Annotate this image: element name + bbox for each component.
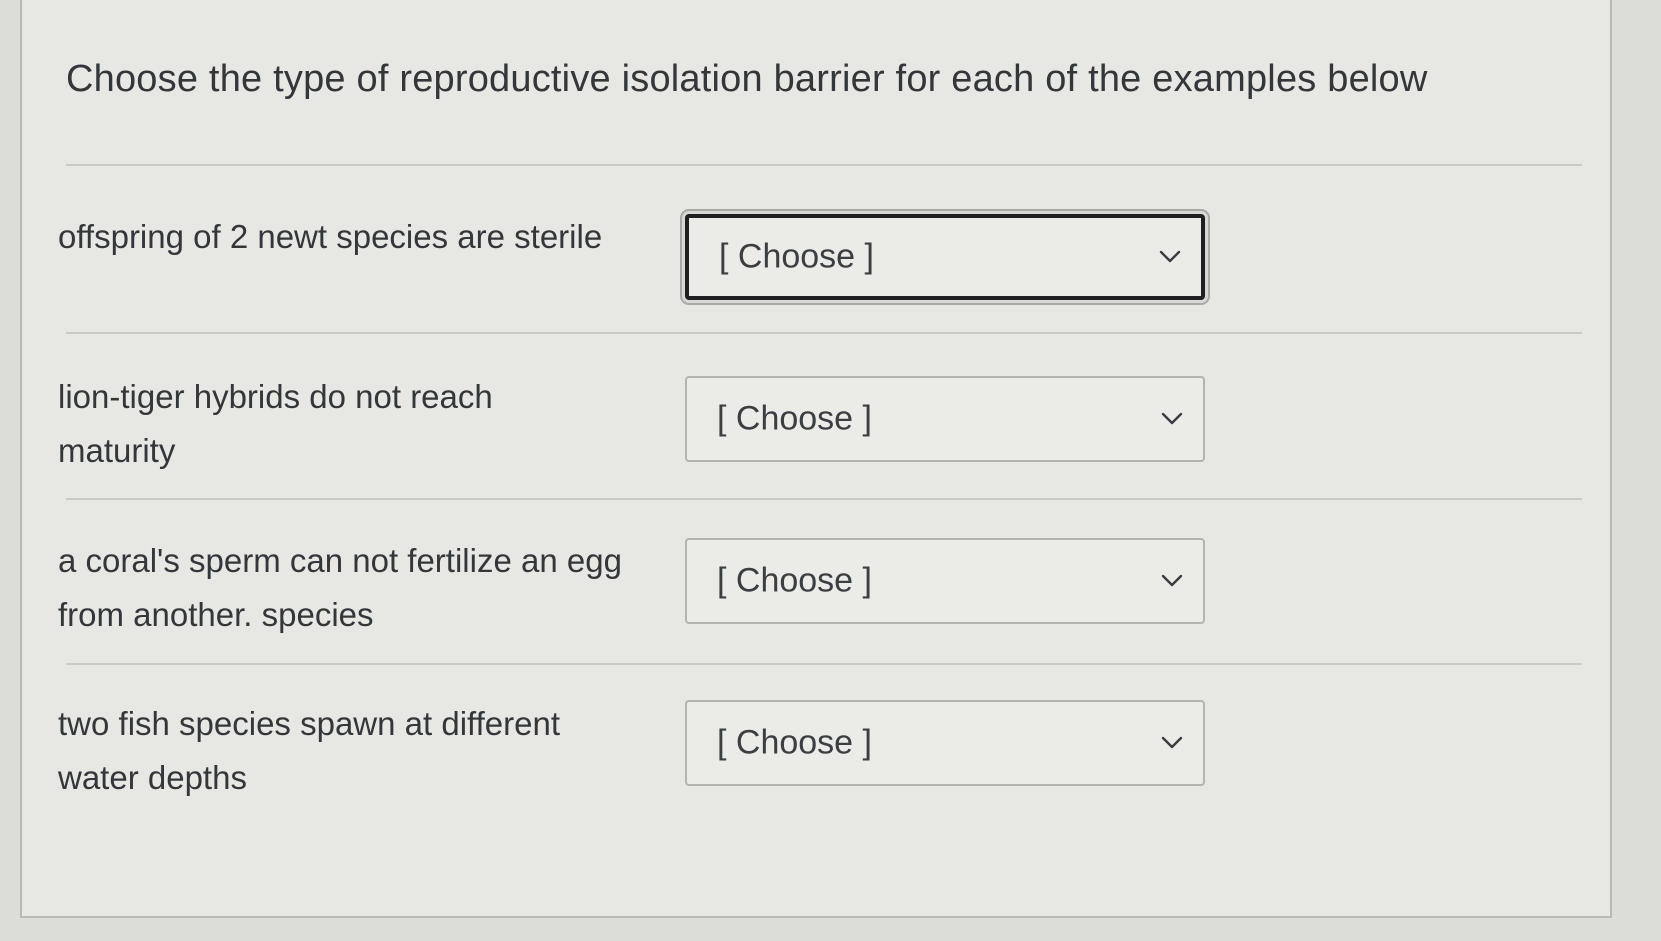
dropdown-value: [ Choose ] <box>717 561 872 600</box>
dropdown-value: [ Choose ] <box>717 399 872 438</box>
answer-dropdown[interactable]: [ Choose ] <box>685 538 1205 624</box>
chevron-down-icon <box>1161 412 1183 425</box>
match-prompt: lion-tiger hybrids do not reach maturity <box>58 370 658 478</box>
answer-dropdown[interactable]: [ Choose ] <box>685 700 1205 786</box>
divider <box>66 332 1582 334</box>
divider <box>66 663 1582 665</box>
prompt-line: water depths <box>58 759 247 796</box>
dropdown-value: [ Choose ] <box>719 237 874 276</box>
prompt-line: two fish species spawn at different <box>58 705 560 742</box>
chevron-down-icon <box>1161 574 1183 587</box>
answer-dropdown[interactable]: [ Choose ] <box>685 376 1205 462</box>
prompt-line: offspring of 2 newt species are sterile <box>58 218 603 255</box>
divider <box>66 164 1582 166</box>
answer-dropdown[interactable]: [ Choose ] <box>685 214 1205 300</box>
divider <box>66 498 1582 500</box>
match-prompt: offspring of 2 newt species are sterile <box>58 210 658 264</box>
question-text: Choose the type of reproductive isolatio… <box>66 58 1428 100</box>
prompt-line: from another. species <box>58 596 374 633</box>
quiz-question-panel: Choose the type of reproductive isolatio… <box>20 0 1612 918</box>
match-prompt: two fish species spawn at different wate… <box>58 697 658 805</box>
match-prompt: a coral's sperm can not fertilize an egg… <box>58 534 658 642</box>
prompt-line: lion-tiger hybrids do not reach <box>58 378 493 415</box>
dropdown-value: [ Choose ] <box>717 723 872 762</box>
chevron-down-icon <box>1159 250 1181 263</box>
prompt-line: maturity <box>58 432 176 469</box>
chevron-down-icon <box>1161 736 1183 749</box>
prompt-line: a coral's sperm can not fertilize an egg <box>58 542 622 579</box>
